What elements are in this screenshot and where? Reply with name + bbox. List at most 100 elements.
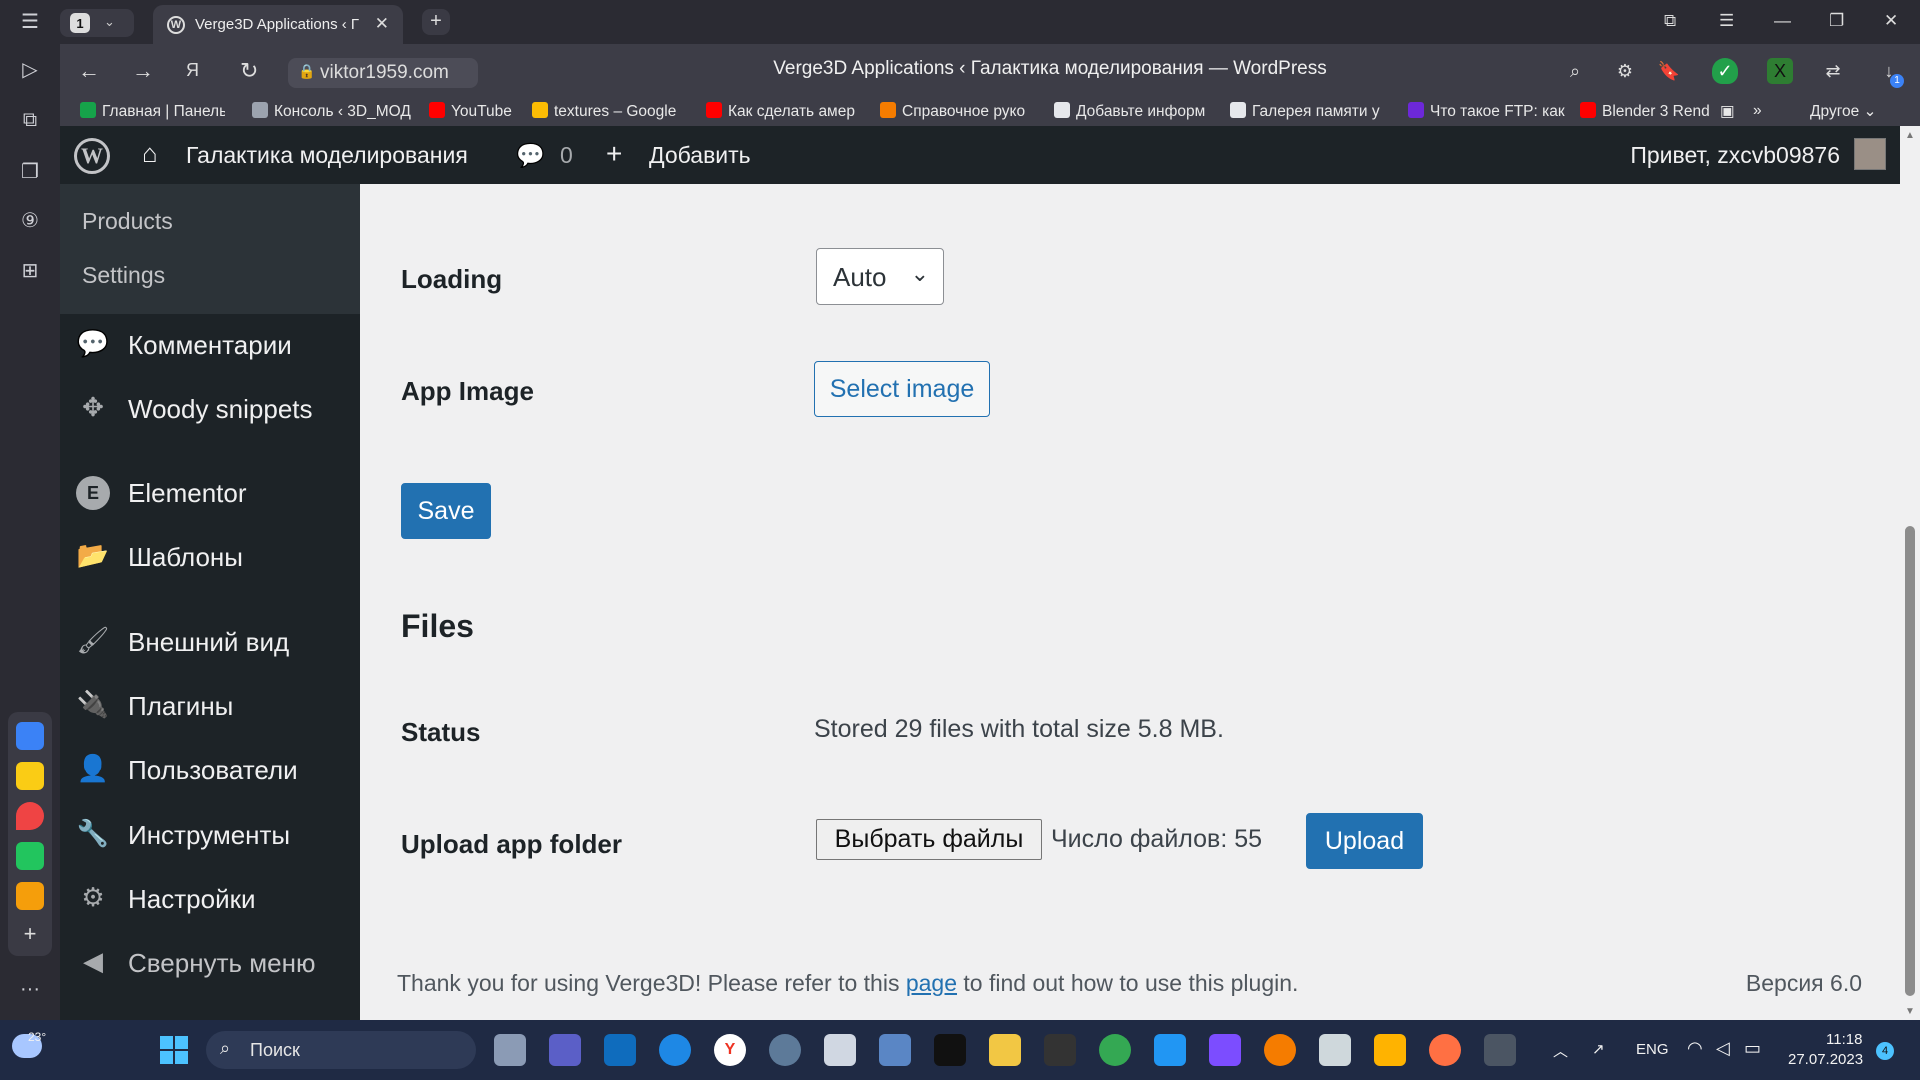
bookmark-item[interactable]: Галерея памяти у: [1230, 102, 1390, 124]
minimize-icon[interactable]: —: [1774, 11, 1791, 31]
powershell-icon[interactable]: [1044, 1034, 1076, 1066]
unity-icon[interactable]: [1319, 1034, 1351, 1066]
vscode-icon[interactable]: [1154, 1034, 1186, 1066]
music-icon[interactable]: [16, 762, 44, 790]
photos-icon[interactable]: [879, 1034, 911, 1066]
android-icon[interactable]: [16, 842, 44, 870]
vpn-icon[interactable]: [659, 1034, 691, 1066]
volume-icon[interactable]: ◁: [1716, 1038, 1730, 1059]
home-icon[interactable]: ⌂: [142, 138, 158, 169]
url-field[interactable]: 🔒 viktor1959.com: [288, 58, 478, 88]
scroll-up-icon[interactable]: ▲: [1905, 130, 1915, 141]
screenshot-icon[interactable]: ⧉: [13, 103, 47, 137]
restore-icon[interactable]: ❐: [1829, 11, 1844, 31]
reload-icon[interactable]: ↻: [240, 58, 258, 84]
add-new-link[interactable]: Добавить: [649, 142, 751, 169]
firefox-icon[interactable]: [1429, 1034, 1461, 1066]
select-image-button[interactable]: Select image: [814, 361, 990, 417]
more-bookmarks-icon[interactable]: »: [1753, 102, 1773, 124]
browser-settings-icon[interactable]: ☰: [1719, 11, 1734, 31]
play-icon[interactable]: ▷: [13, 52, 47, 86]
more-icon[interactable]: ···: [13, 972, 47, 1006]
back-icon[interactable]: ←: [78, 58, 100, 84]
scroll-thumb[interactable]: [1905, 526, 1915, 996]
comments-count[interactable]: 0: [560, 142, 573, 169]
other-bookmarks-label: Другое: [1810, 103, 1860, 120]
notification-badge[interactable]: 4: [1876, 1042, 1894, 1060]
settings-icon[interactable]: [769, 1034, 801, 1066]
wordpress-logo-icon[interactable]: W: [74, 138, 110, 174]
mail-icon[interactable]: [16, 882, 44, 910]
close-window-icon[interactable]: ✕: [1884, 11, 1898, 31]
scroll-down-icon[interactable]: ▼: [1905, 1006, 1915, 1017]
apps-grid-icon[interactable]: ⊞: [13, 253, 47, 287]
visual-studio-icon[interactable]: [1209, 1034, 1241, 1066]
loading-select[interactable]: Auto ⌄: [816, 248, 944, 305]
extension-icon[interactable]: ⚙: [1612, 58, 1638, 84]
file-explorer-icon[interactable]: [989, 1034, 1021, 1066]
bookmark-item[interactable]: Что такое FTP: как: [1408, 102, 1568, 124]
comment-icon[interactable]: 💬: [516, 142, 545, 169]
task-view-icon[interactable]: [494, 1034, 526, 1066]
bookmark-item[interactable]: Главная | Панель: [80, 102, 225, 124]
browser-menu-icon[interactable]: ☰: [13, 4, 47, 38]
site-name-link[interactable]: Галактика моделирования: [186, 142, 468, 169]
language-indicator[interactable]: ENG: [1636, 1041, 1669, 1058]
upload-button[interactable]: Upload: [1306, 813, 1423, 869]
chrome-icon[interactable]: [1099, 1034, 1131, 1066]
gpu-icon[interactable]: ↗: [1592, 1040, 1605, 1058]
add-panel-icon[interactable]: +: [16, 920, 44, 948]
battery-icon[interactable]: ▭: [1744, 1038, 1761, 1059]
chip-icon[interactable]: ▣: [1720, 102, 1740, 124]
menu-label: Плагины: [128, 691, 234, 721]
zoom-icon[interactable]: ⌕: [1562, 58, 1588, 84]
collections-icon[interactable]: ❐: [13, 154, 47, 188]
show-hidden-icons[interactable]: ︿: [1553, 1040, 1568, 1061]
bookmark-item[interactable]: YouTube: [429, 102, 529, 124]
avatar[interactable]: [1854, 138, 1886, 170]
editor-icon[interactable]: [824, 1034, 856, 1066]
protect-shield-icon[interactable]: ✓: [1712, 58, 1738, 84]
terminal-icon[interactable]: [934, 1034, 966, 1066]
calendar-icon[interactable]: ⑨: [13, 203, 47, 237]
plus-icon[interactable]: +: [606, 138, 622, 170]
submenu-products[interactable]: Products: [82, 208, 173, 235]
page-scrollbar[interactable]: ▲ ▼: [1900, 126, 1920, 1020]
user-greeting[interactable]: Привет, zxcvb09876: [1630, 142, 1840, 169]
bookmark-item[interactable]: Консоль ‹ 3D_МОД: [252, 102, 412, 124]
save-button[interactable]: Save: [401, 483, 491, 539]
wifi-icon[interactable]: ◠: [1687, 1038, 1703, 1059]
maps-icon[interactable]: [16, 802, 44, 830]
yandex-icon[interactable]: Я: [186, 60, 199, 81]
active-tab[interactable]: W Verge3D Applications ‹ Г ✕: [153, 5, 403, 45]
translate-icon[interactable]: ⇄: [1820, 58, 1846, 84]
clock-date[interactable]: 27.07.2023: [1788, 1051, 1863, 1068]
submenu-settings[interactable]: Settings: [82, 262, 165, 289]
app-icon[interactable]: [1374, 1034, 1406, 1066]
mail-icon[interactable]: [604, 1034, 636, 1066]
snipping-tool-icon[interactable]: [1484, 1034, 1516, 1066]
new-tab-button[interactable]: +: [422, 9, 450, 35]
close-tab-icon[interactable]: ✕: [375, 14, 389, 34]
bookmark-item[interactable]: Как сделать амер: [706, 102, 866, 124]
windows-start-icon[interactable]: [160, 1036, 188, 1064]
tab-count-button[interactable]: 1 ⌄: [60, 9, 134, 37]
blender-icon[interactable]: [1264, 1034, 1296, 1066]
other-bookmarks[interactable]: Другое ⌄: [1810, 102, 1900, 124]
taskbar-search[interactable]: ⌕ Поиск: [206, 1031, 476, 1069]
teams-icon[interactable]: [549, 1034, 581, 1066]
clock-time[interactable]: 11:18: [1826, 1031, 1862, 1048]
bookmark-item[interactable]: Blender 3 Rende: [1580, 102, 1710, 124]
bookmark-icon[interactable]: 🔖: [1656, 58, 1682, 84]
forward-icon[interactable]: →: [132, 58, 154, 84]
choose-files-button[interactable]: Выбрать файлы: [816, 819, 1042, 860]
notes-icon[interactable]: [16, 722, 44, 750]
bookmark-item[interactable]: textures – Google: [532, 102, 692, 124]
excel-extension-icon[interactable]: X: [1767, 58, 1793, 84]
footer-page-link[interactable]: page: [906, 970, 957, 996]
snippet-icon: ✥: [82, 392, 104, 422]
collections-icon[interactable]: ⧉: [1664, 11, 1676, 31]
bookmark-item[interactable]: Добавьте информ: [1054, 102, 1214, 124]
bookmark-item[interactable]: Справочное руко: [880, 102, 1040, 124]
yandex-browser-icon[interactable]: Y: [714, 1034, 746, 1066]
